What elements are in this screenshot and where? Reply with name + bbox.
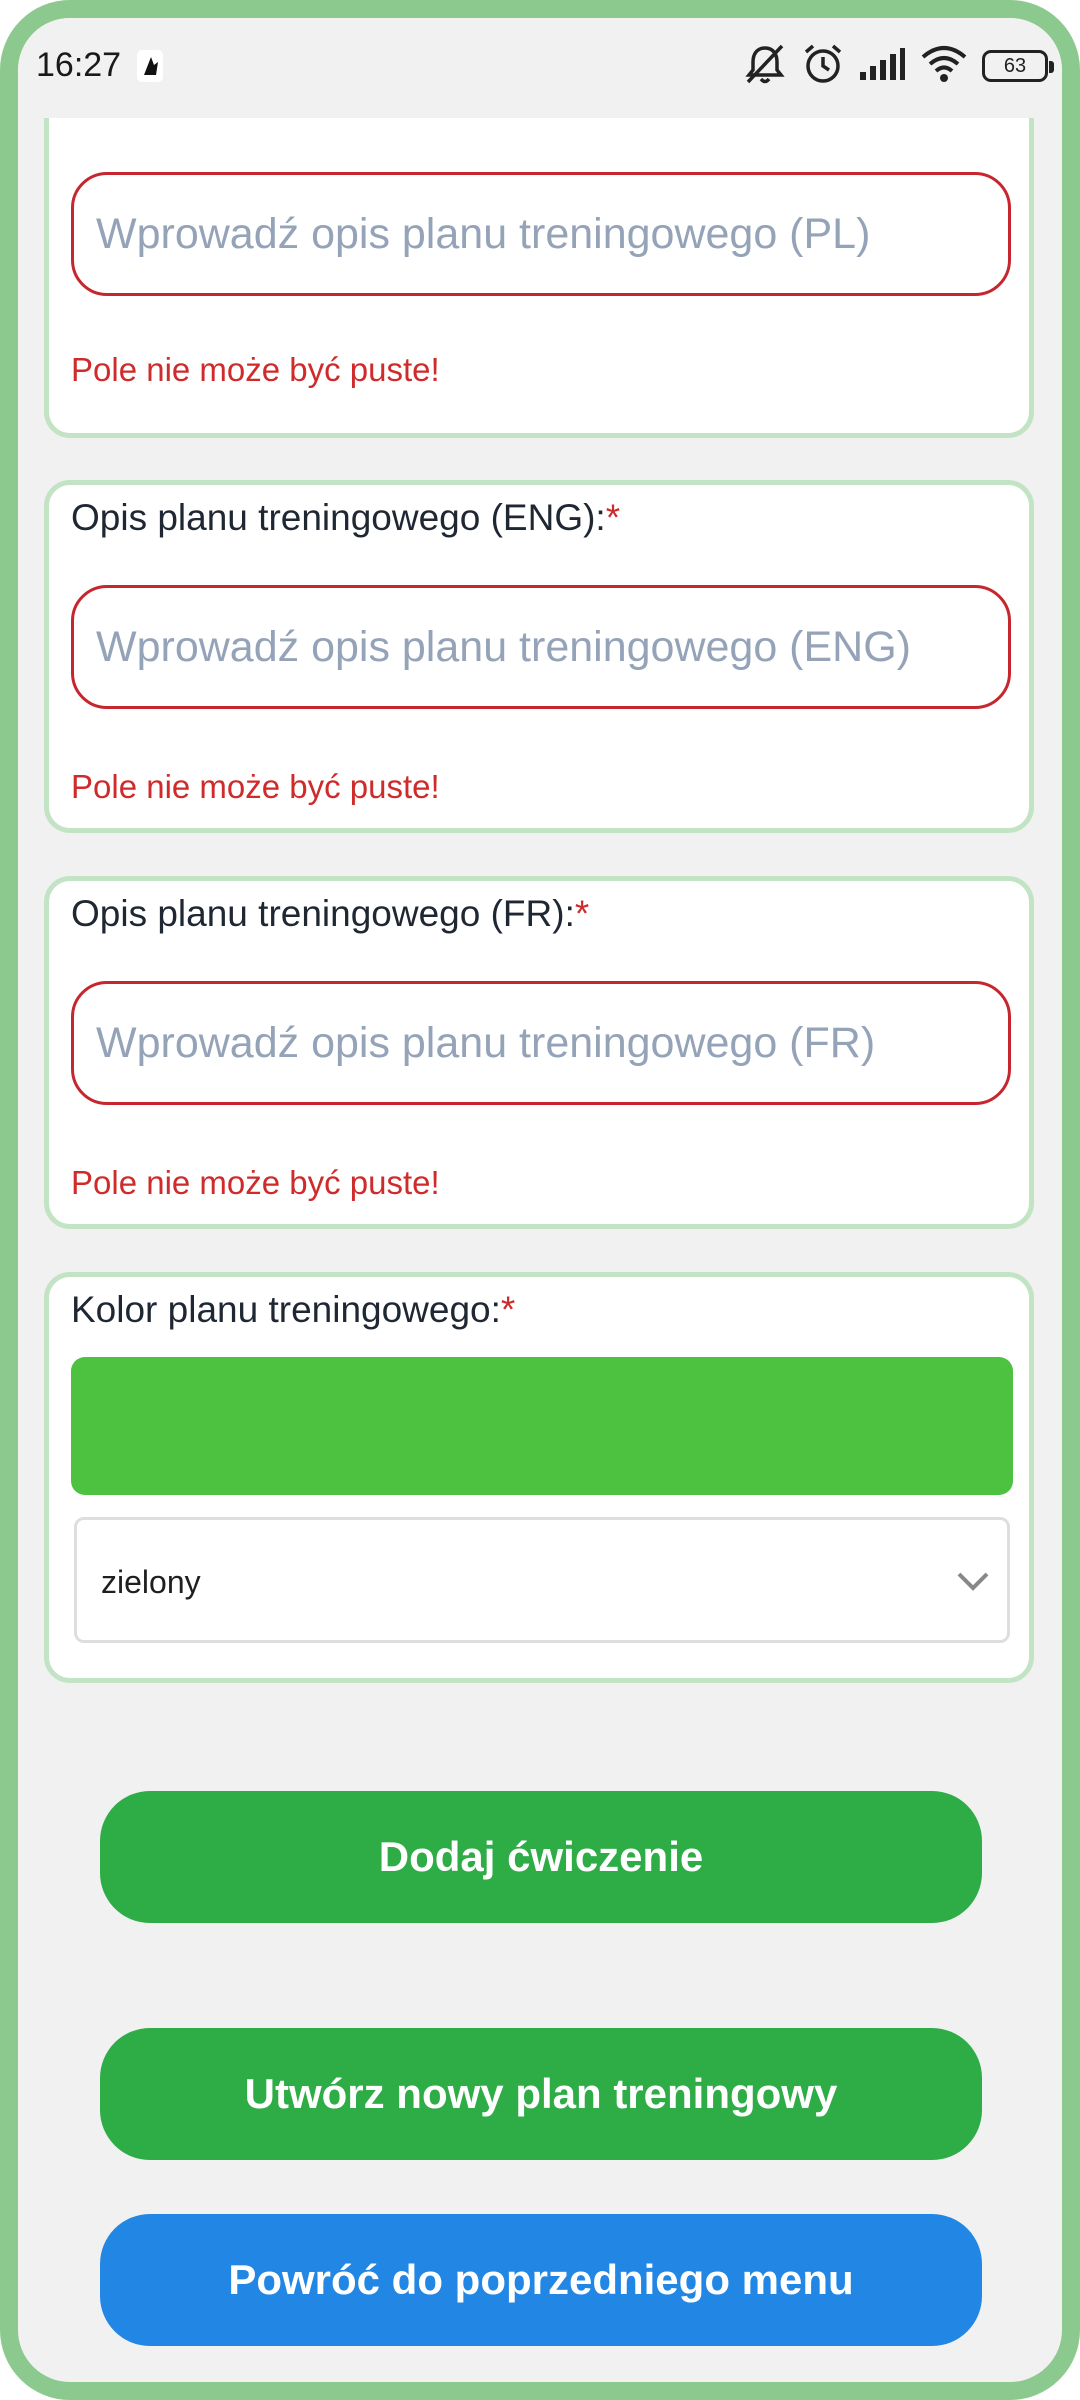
battery-icon: 63 [982, 50, 1054, 82]
muted-bell-icon [742, 42, 788, 91]
required-mark: * [574, 893, 590, 934]
color-label-text: Kolor planu treningowego: [71, 1289, 501, 1330]
status-icons: 63 [742, 42, 1054, 91]
desc-fr-card: Opis planu treningowego (FR):* Pole nie … [44, 876, 1034, 1229]
alarm-icon [802, 43, 844, 90]
notification-icon [135, 48, 165, 84]
add-exercise-button[interactable]: Dodaj ćwiczenie [100, 1791, 982, 1923]
desc-eng-label: Opis planu treningowego (ENG):* [71, 497, 620, 539]
color-select-value: zielony [101, 1564, 201, 1600]
desc-fr-error: Pole nie może być puste! [71, 1164, 440, 1201]
desc-fr-input[interactable] [71, 981, 1011, 1105]
color-card: Kolor planu treningowego:* zielony [44, 1272, 1034, 1683]
color-label: Kolor planu treningowego:* [71, 1289, 515, 1331]
back-to-menu-button[interactable]: Powróć do poprzedniego menu [100, 2214, 982, 2346]
desc-eng-error: Pole nie może być puste! [71, 768, 440, 805]
color-select[interactable]: zielony [74, 1517, 1010, 1643]
required-mark: * [500, 1289, 516, 1330]
signal-icon [858, 46, 906, 87]
app-frame: 16:27 63 Wprowadź opis planu treningoweg… [0, 0, 1080, 2400]
status-time: 16:27 [36, 46, 122, 84]
wifi-icon [920, 45, 968, 88]
form-scroll-area[interactable]: Pole nie może być puste! Opis planu tren… [18, 118, 1062, 2382]
status-bar: 16:27 63 [18, 18, 1062, 118]
desc-pl-error: Pole nie może być puste! [71, 351, 440, 388]
desc-eng-label-text: Opis planu treningowego (ENG): [71, 497, 606, 538]
desc-fr-label-text: Opis planu treningowego (FR): [71, 893, 575, 934]
desc-fr-label: Opis planu treningowego (FR):* [71, 893, 589, 935]
desc-eng-input[interactable] [71, 585, 1011, 709]
create-plan-button[interactable]: Utwórz nowy plan treningowy [100, 2028, 982, 2160]
required-mark: * [605, 497, 621, 538]
color-preview-swatch [71, 1357, 1013, 1495]
desc-pl-input[interactable] [71, 172, 1011, 296]
desc-eng-card: Opis planu treningowego (ENG):* Pole nie… [44, 480, 1034, 833]
chevron-down-icon [953, 1564, 993, 1598]
desc-pl-card: Pole nie może być puste! [44, 118, 1034, 438]
battery-level: 63 [1003, 54, 1027, 77]
